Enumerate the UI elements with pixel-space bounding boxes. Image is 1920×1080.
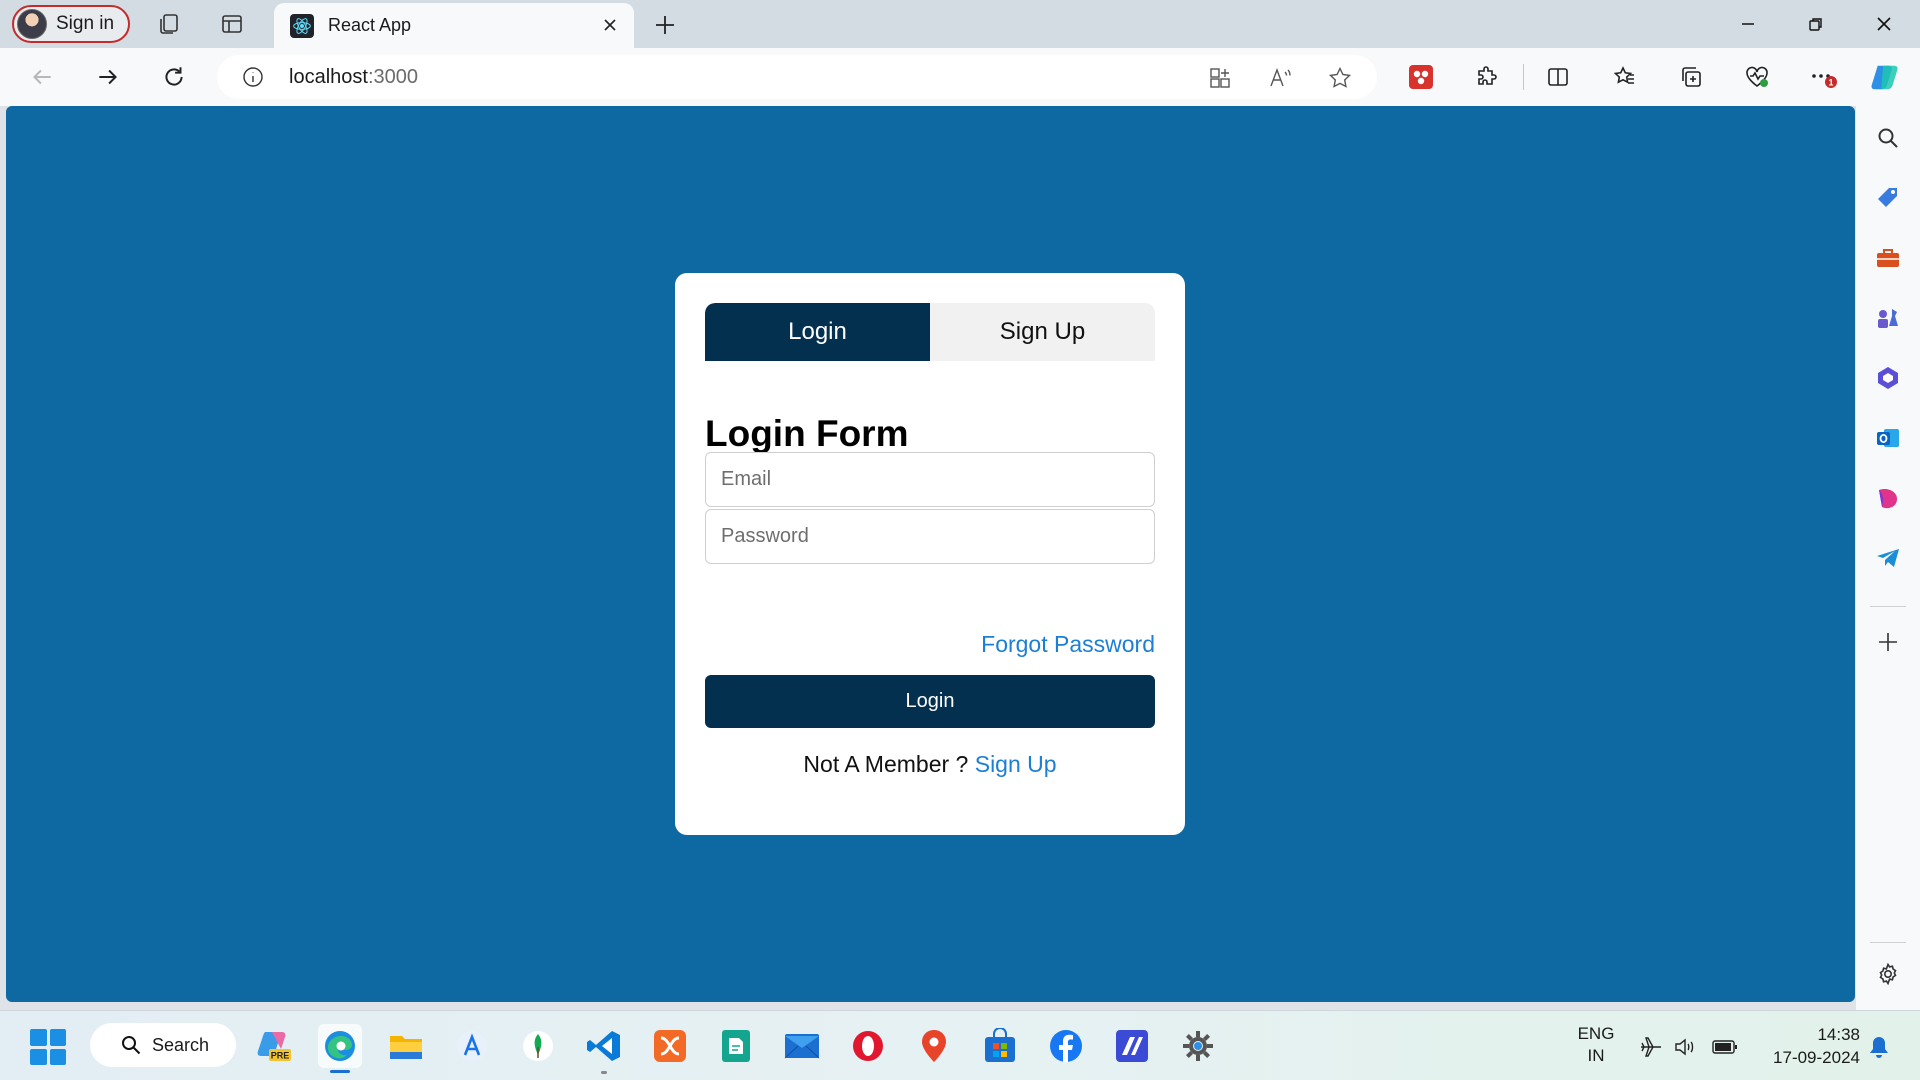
url-text[interactable]: localhost:3000	[289, 66, 418, 89]
facebook-icon[interactable]	[1044, 1024, 1088, 1068]
profile-label: Sign in	[56, 13, 115, 34]
url-host: localhost	[289, 66, 368, 88]
outlook-icon[interactable]	[1872, 422, 1904, 454]
taskbar-search-label: Search	[152, 1034, 210, 1055]
url-port: :3000	[367, 66, 418, 88]
language-indicator[interactable]: ENG IN	[1572, 1023, 1620, 1067]
send-telegram-icon[interactable]	[1872, 542, 1904, 574]
favorites-icon[interactable]	[1610, 62, 1640, 92]
profile-button[interactable]: Sign in	[12, 5, 130, 43]
site-info-icon[interactable]	[241, 65, 265, 89]
favorite-star-icon[interactable]	[1327, 65, 1353, 91]
system-clock[interactable]: 14:38 17-09-2024	[1750, 1023, 1860, 1069]
read-aloud-icon[interactable]	[1267, 65, 1293, 91]
back-arrow-icon[interactable]	[27, 62, 57, 92]
notification-badge: 1	[1828, 78, 1833, 88]
tab-title: React App	[328, 15, 412, 35]
forgot-password-link[interactable]: Forgot Password	[981, 631, 1155, 658]
login-button[interactable]: Login	[705, 675, 1155, 728]
edge-app-icon[interactable]	[318, 1024, 362, 1073]
language-code: ENG	[1577, 1024, 1615, 1043]
sidebar-divider-bottom	[1870, 942, 1906, 943]
password-input[interactable]	[705, 509, 1155, 564]
settings-gear-app-icon[interactable]	[1176, 1024, 1220, 1068]
maps-pin-icon[interactable]	[912, 1024, 956, 1068]
windows-taskbar: Search PRE ENG IN 14:38 17-09-2024	[0, 1010, 1920, 1080]
opera-icon[interactable]	[846, 1024, 890, 1068]
close-tab-icon[interactable]	[600, 15, 620, 35]
clock-date: 17-09-2024	[1773, 1048, 1860, 1067]
games-icon[interactable]	[1872, 302, 1904, 334]
settings-gear-icon[interactable]	[1872, 958, 1904, 990]
react-logo-icon	[290, 13, 314, 38]
copilot-icon[interactable]	[1870, 62, 1900, 92]
forward-arrow-icon[interactable]	[93, 62, 123, 92]
designer-icon[interactable]	[1872, 482, 1904, 514]
refresh-icon[interactable]	[159, 62, 189, 92]
running-app-indicator	[601, 1071, 607, 1074]
taskbar-search[interactable]: Search	[90, 1023, 236, 1067]
windows-start-icon[interactable]	[30, 1029, 66, 1065]
shopping-tag-icon[interactable]	[1872, 182, 1904, 214]
browser-essentials-icon[interactable]	[1742, 62, 1772, 92]
split-screen-icon[interactable]	[1543, 62, 1573, 92]
restore-button[interactable]	[1796, 8, 1836, 40]
extension-red-icon[interactable]	[1406, 62, 1436, 92]
signup-link[interactable]: Sign Up	[975, 751, 1057, 777]
language-region: IN	[1587, 1046, 1605, 1065]
search-icon	[122, 1036, 141, 1055]
profile-avatar	[17, 9, 47, 39]
edge-sidebar	[1856, 106, 1920, 1010]
battery-icon[interactable]	[1712, 1035, 1738, 1059]
page-viewport: Login Sign Up Login Form Forgot Password…	[6, 106, 1855, 1002]
minimize-button[interactable]	[1728, 8, 1768, 40]
airplane-mode-icon[interactable]	[1638, 1035, 1664, 1059]
file-explorer-icon[interactable]	[384, 1024, 428, 1068]
auth-tab-switcher: Login Sign Up	[705, 303, 1155, 361]
microsoft-store-icon[interactable]	[978, 1024, 1022, 1068]
address-bar[interactable]: localhost:3000	[217, 55, 1377, 99]
browser-tab-react-app[interactable]: React App	[274, 3, 634, 48]
close-window-button[interactable]	[1864, 8, 1904, 40]
powerautomate-icon[interactable]	[1110, 1024, 1154, 1068]
form-title: Login Form	[705, 413, 909, 454]
search-icon[interactable]	[1872, 122, 1904, 154]
xampp-icon[interactable]	[648, 1024, 692, 1068]
copilot-preview-app-icon[interactable]: PRE	[252, 1024, 296, 1068]
more-menu-icon[interactable]: 1	[1808, 62, 1838, 92]
tab-login[interactable]: Login	[705, 303, 930, 361]
collections-icon[interactable]	[1676, 62, 1706, 92]
mail-icon[interactable]	[780, 1024, 824, 1068]
workspaces-icon[interactable]	[155, 10, 183, 38]
volume-icon[interactable]	[1672, 1035, 1698, 1059]
email-input[interactable]	[705, 452, 1155, 507]
copilot-preview-badge: PRE	[271, 1051, 290, 1061]
microsoft-365-icon[interactable]	[1872, 362, 1904, 394]
tab-signup[interactable]: Sign Up	[930, 303, 1155, 361]
browser-tab-strip: Sign in React App	[0, 0, 1920, 48]
browser-toolbar: localhost:3000 1	[0, 48, 1920, 106]
extensions-puzzle-icon[interactable]	[1472, 62, 1502, 92]
app-installer-icon[interactable]	[450, 1024, 494, 1068]
notepad-app-icon[interactable]	[714, 1024, 758, 1068]
clock-time: 14:38	[1817, 1025, 1860, 1044]
active-app-indicator	[330, 1070, 350, 1073]
auth-card: Login Sign Up Login Form Forgot Password…	[675, 273, 1185, 835]
sidebar-divider	[1870, 606, 1906, 607]
mongodb-compass-icon[interactable]	[516, 1024, 560, 1068]
not-member-text: Not A Member ?	[803, 751, 969, 777]
signup-prompt: Not A Member ? Sign Up	[675, 751, 1185, 778]
notification-bell-icon[interactable]	[1866, 1035, 1892, 1059]
new-tab-button[interactable]	[650, 10, 680, 40]
tools-briefcase-icon[interactable]	[1872, 242, 1904, 274]
app-available-icon[interactable]	[1207, 65, 1233, 91]
vertical-tabs-icon[interactable]	[218, 10, 246, 38]
toolbar-divider	[1523, 64, 1524, 90]
add-icon[interactable]	[1872, 626, 1904, 658]
vscode-icon[interactable]	[582, 1024, 626, 1074]
